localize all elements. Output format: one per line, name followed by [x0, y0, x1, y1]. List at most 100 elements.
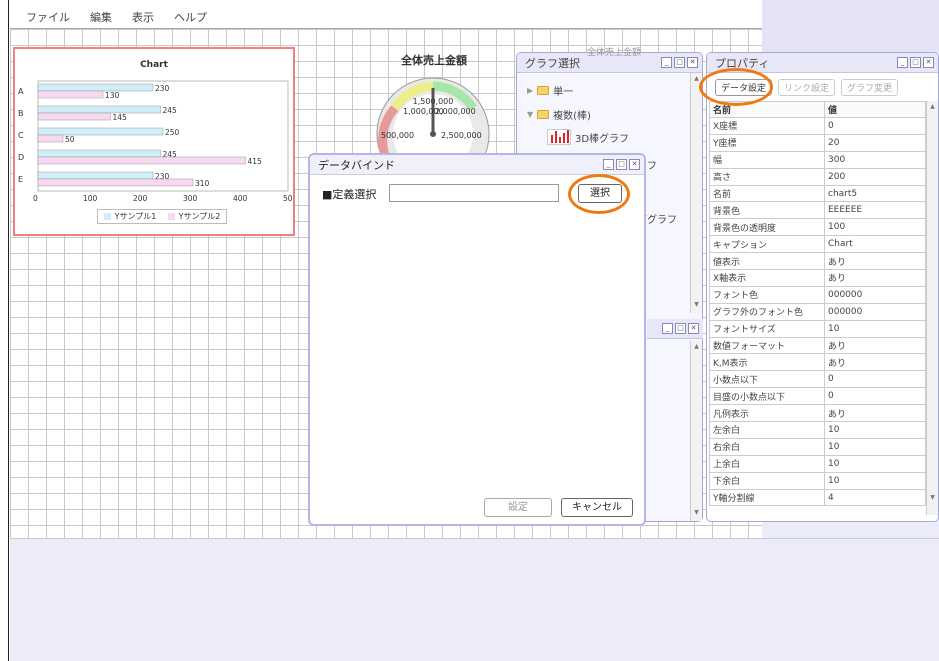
- property-value[interactable]: 000000: [824, 302, 926, 321]
- property-value[interactable]: あり: [824, 353, 926, 372]
- graph-list-scrollbar[interactable]: ▲ ▼: [690, 73, 702, 313]
- property-value[interactable]: あり: [824, 404, 926, 423]
- minimize-icon[interactable]: _: [603, 159, 614, 170]
- maximize-icon[interactable]: □: [674, 57, 685, 68]
- menu-file[interactable]: ファイル: [26, 9, 70, 25]
- maximize-icon[interactable]: □: [910, 57, 921, 68]
- chart-widget[interactable]: Chart A 230 130 B 245 145 C 250 50 D 245 415 E 230 310…: [13, 47, 295, 236]
- tree-item-multi-bar[interactable]: ▼ 複数(棒): [527, 107, 591, 122]
- menu-view[interactable]: 表示: [132, 9, 154, 25]
- tree-item-single[interactable]: ▶ 単一: [527, 83, 573, 98]
- property-value[interactable]: 20: [824, 133, 926, 152]
- property-name: Y軸分割線: [709, 488, 825, 507]
- property-value[interactable]: あり: [824, 336, 926, 355]
- property-row[interactable]: 凡例表示 あり: [709, 404, 926, 423]
- change-graph-button[interactable]: グラフ変更: [841, 79, 899, 96]
- property-row[interactable]: 下余白 10: [709, 471, 926, 490]
- dialog-titlebar: データバインド _ □ ✕: [310, 155, 644, 175]
- property-name: 高さ: [709, 167, 825, 186]
- property-row[interactable]: フォントサイズ 10: [709, 319, 926, 338]
- property-value[interactable]: Chart: [824, 235, 926, 254]
- property-row[interactable]: X座標 0: [709, 117, 926, 135]
- property-row[interactable]: 背景色の透明度 100: [709, 218, 926, 237]
- property-row[interactable]: 背景色 EEEEEE: [709, 201, 926, 220]
- bar-series-2: [37, 112, 111, 121]
- property-value[interactable]: 10: [824, 421, 926, 439]
- menu-edit[interactable]: 編集: [90, 9, 112, 25]
- property-value[interactable]: 10: [824, 454, 926, 473]
- property-row[interactable]: 値表示 あり: [709, 252, 926, 271]
- property-row[interactable]: Y軸分割線 4: [709, 488, 926, 507]
- minimize-icon[interactable]: _: [662, 323, 673, 334]
- cancel-button[interactable]: キャンセル: [561, 498, 633, 517]
- property-name: フォントサイズ: [709, 319, 825, 338]
- property-value[interactable]: 0: [824, 387, 926, 406]
- property-row[interactable]: Y座標 20: [709, 133, 926, 152]
- property-row[interactable]: 上余白 10: [709, 454, 926, 473]
- property-value[interactable]: 300: [824, 150, 926, 169]
- property-value[interactable]: 000000: [824, 285, 926, 304]
- property-row[interactable]: 右余白 10: [709, 437, 926, 456]
- data-settings-button[interactable]: データ設定: [715, 79, 773, 96]
- x-tick-label: 400: [233, 194, 248, 203]
- property-name: キャプション: [709, 235, 825, 254]
- category-label: A: [18, 87, 24, 96]
- maximize-icon[interactable]: □: [675, 323, 686, 334]
- ok-button[interactable]: 設定: [484, 498, 552, 517]
- close-icon[interactable]: ✕: [687, 57, 698, 68]
- property-name: X座標: [709, 117, 825, 135]
- property-value[interactable]: 0: [824, 370, 926, 389]
- properties-title: プロパティ: [715, 56, 770, 70]
- close-icon[interactable]: ✕: [688, 323, 699, 334]
- property-row[interactable]: 名前 chart5: [709, 184, 926, 203]
- property-value[interactable]: 100: [824, 218, 926, 237]
- category-label: B: [18, 109, 24, 118]
- definition-input[interactable]: [389, 184, 559, 202]
- property-value[interactable]: 10: [824, 437, 926, 456]
- link-settings-button[interactable]: リンク設定: [778, 79, 836, 96]
- property-value[interactable]: 4: [824, 488, 926, 507]
- bar-series-2: [37, 178, 194, 187]
- legend-item-2: Yサンプル2: [167, 211, 220, 222]
- tree-item-3d-bar[interactable]: 3D棒グラフ: [547, 129, 629, 145]
- property-value[interactable]: EEEEEE: [824, 201, 926, 220]
- window-edge: [0, 0, 9, 661]
- close-icon[interactable]: ✕: [629, 159, 640, 170]
- bar-value-label: 50: [65, 135, 75, 144]
- x-tick-label: 0: [33, 194, 38, 203]
- property-value[interactable]: 10: [824, 319, 926, 338]
- property-value[interactable]: 200: [824, 167, 926, 186]
- property-row[interactable]: 目盛の小数点以下 0: [709, 387, 926, 406]
- minimize-icon[interactable]: _: [661, 57, 672, 68]
- bar-chart-icon: [547, 129, 571, 145]
- sub-panel-scrollbar[interactable]: ▲ ▼: [690, 341, 702, 521]
- property-value[interactable]: chart5: [824, 184, 926, 203]
- property-row[interactable]: 幅 300: [709, 150, 926, 169]
- property-row[interactable]: 左余白 10: [709, 421, 926, 439]
- property-value[interactable]: あり: [824, 252, 926, 271]
- minimize-icon[interactable]: _: [897, 57, 908, 68]
- maximize-icon[interactable]: □: [616, 159, 627, 170]
- property-row[interactable]: フォント色 000000: [709, 285, 926, 304]
- property-row[interactable]: 小数点以下 0: [709, 370, 926, 389]
- property-row[interactable]: X軸表示 あり: [709, 269, 926, 287]
- property-value[interactable]: 10: [824, 471, 926, 490]
- property-row[interactable]: キャプション Chart: [709, 235, 926, 254]
- properties-scrollbar[interactable]: ▲ ▼: [926, 101, 938, 515]
- property-row[interactable]: 高さ 200: [709, 167, 926, 186]
- property-value[interactable]: あり: [824, 269, 926, 287]
- menu-help[interactable]: ヘルプ: [174, 9, 207, 25]
- column-header-value: 値: [824, 101, 926, 118]
- property-row[interactable]: 数値フォーマット あり: [709, 336, 926, 355]
- gauge-widget[interactable]: 1,500,000 1,000,000 2,000,000 500,000 2,…: [375, 74, 492, 158]
- property-row[interactable]: グラフ外のフォント色 000000: [709, 302, 926, 321]
- bar-series-1: [37, 83, 154, 92]
- bar-value-label: 250: [165, 128, 180, 137]
- tree-item-hidden-1[interactable]: フ: [647, 157, 657, 172]
- select-button[interactable]: 選択: [578, 184, 622, 203]
- property-row[interactable]: K,M表示 あり: [709, 353, 926, 372]
- column-header-name: 名前: [709, 101, 825, 118]
- close-icon[interactable]: ✕: [923, 57, 934, 68]
- properties-panel: プロパティ _ □ ✕ データ設定 リンク設定 グラフ変更 名前 値 X座標 0 Y座標…: [706, 52, 939, 522]
- property-value[interactable]: 0: [824, 117, 926, 135]
